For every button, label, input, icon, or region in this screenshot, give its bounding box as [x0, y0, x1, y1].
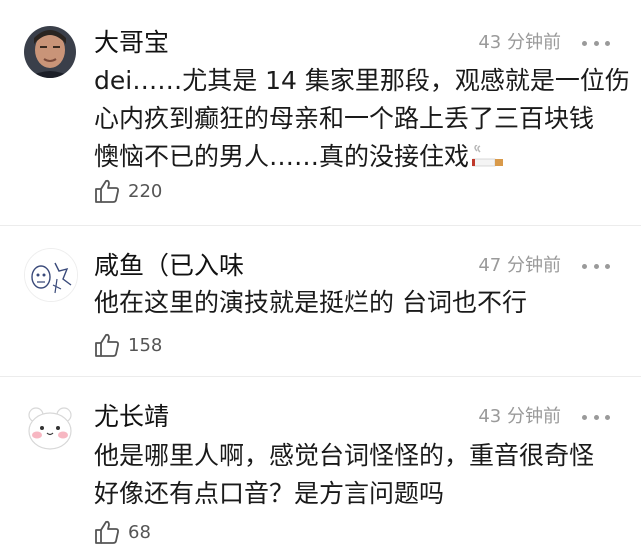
thumbs-up-icon: [95, 333, 119, 357]
more-options-icon[interactable]: [582, 261, 610, 271]
comment-line: 他在这里的演技就是挺烂的 台词也不行: [94, 288, 527, 317]
like-count: 220: [128, 180, 163, 202]
doodle-avatar-icon: [25, 249, 77, 301]
comment-line: 好像还有点口音？是方言问题吗: [94, 479, 445, 508]
cigarette-icon: [472, 145, 504, 167]
comment-text: dei……尤其是 14 集家里那段，观感就是一位伤 心内疚到癫狂的母亲和一个路上…: [94, 62, 630, 176]
comment-line: dei……尤其是 14 集家里那段，观感就是一位伤: [94, 66, 630, 95]
comment-text: 他在这里的演技就是挺烂的 台词也不行: [94, 284, 614, 322]
comment-item: 尤长靖 43 分钟前 他是哪里人啊，感觉台词怪怪的，重音很奇怪 好像还有点口音？…: [0, 377, 641, 548]
comment-item: 大哥宝 43 分钟前 dei……尤其是 14 集家里那段，观感就是一位伤 心内疚…: [0, 0, 641, 226]
username[interactable]: 咸鱼（已入味: [94, 250, 244, 282]
bear-avatar-icon: [24, 401, 76, 453]
timestamp: 43 分钟前: [478, 32, 561, 53]
like-count: 68: [128, 521, 151, 543]
more-options-icon[interactable]: [582, 412, 610, 422]
like-button[interactable]: 158: [94, 330, 162, 360]
comment-item: 咸鱼（已入味 47 分钟前 他在这里的演技就是挺烂的 台词也不行 158: [0, 226, 641, 376]
username[interactable]: 尤长靖: [94, 401, 169, 433]
comment-line: 他是哪里人啊，感觉台词怪怪的，重音很奇怪: [94, 441, 595, 470]
timestamp: 43 分钟前: [478, 406, 561, 427]
comment-text: 他是哪里人啊，感觉台词怪怪的，重音很奇怪 好像还有点口音？是方言问题吗: [94, 437, 614, 513]
comment-line: 懊恼不已的男人……真的没接住戏: [94, 138, 614, 176]
thumbs-up-icon: [95, 520, 119, 544]
avatar[interactable]: [24, 248, 78, 302]
avatar-photo-icon: [24, 26, 76, 78]
avatar[interactable]: [24, 401, 76, 453]
more-options-icon[interactable]: [582, 38, 610, 48]
comment-feed: 大哥宝 43 分钟前 dei……尤其是 14 集家里那段，观感就是一位伤 心内疚…: [0, 0, 641, 548]
comment-line: 心内疚到癫狂的母亲和一个路上丢了三百块钱: [94, 104, 595, 133]
like-button[interactable]: 220: [94, 176, 162, 206]
thumbs-up-icon: [95, 179, 119, 203]
avatar[interactable]: [24, 26, 76, 78]
username[interactable]: 大哥宝: [94, 27, 169, 59]
timestamp: 47 分钟前: [478, 255, 561, 276]
like-count: 158: [128, 334, 163, 356]
like-button[interactable]: 68: [94, 517, 151, 547]
